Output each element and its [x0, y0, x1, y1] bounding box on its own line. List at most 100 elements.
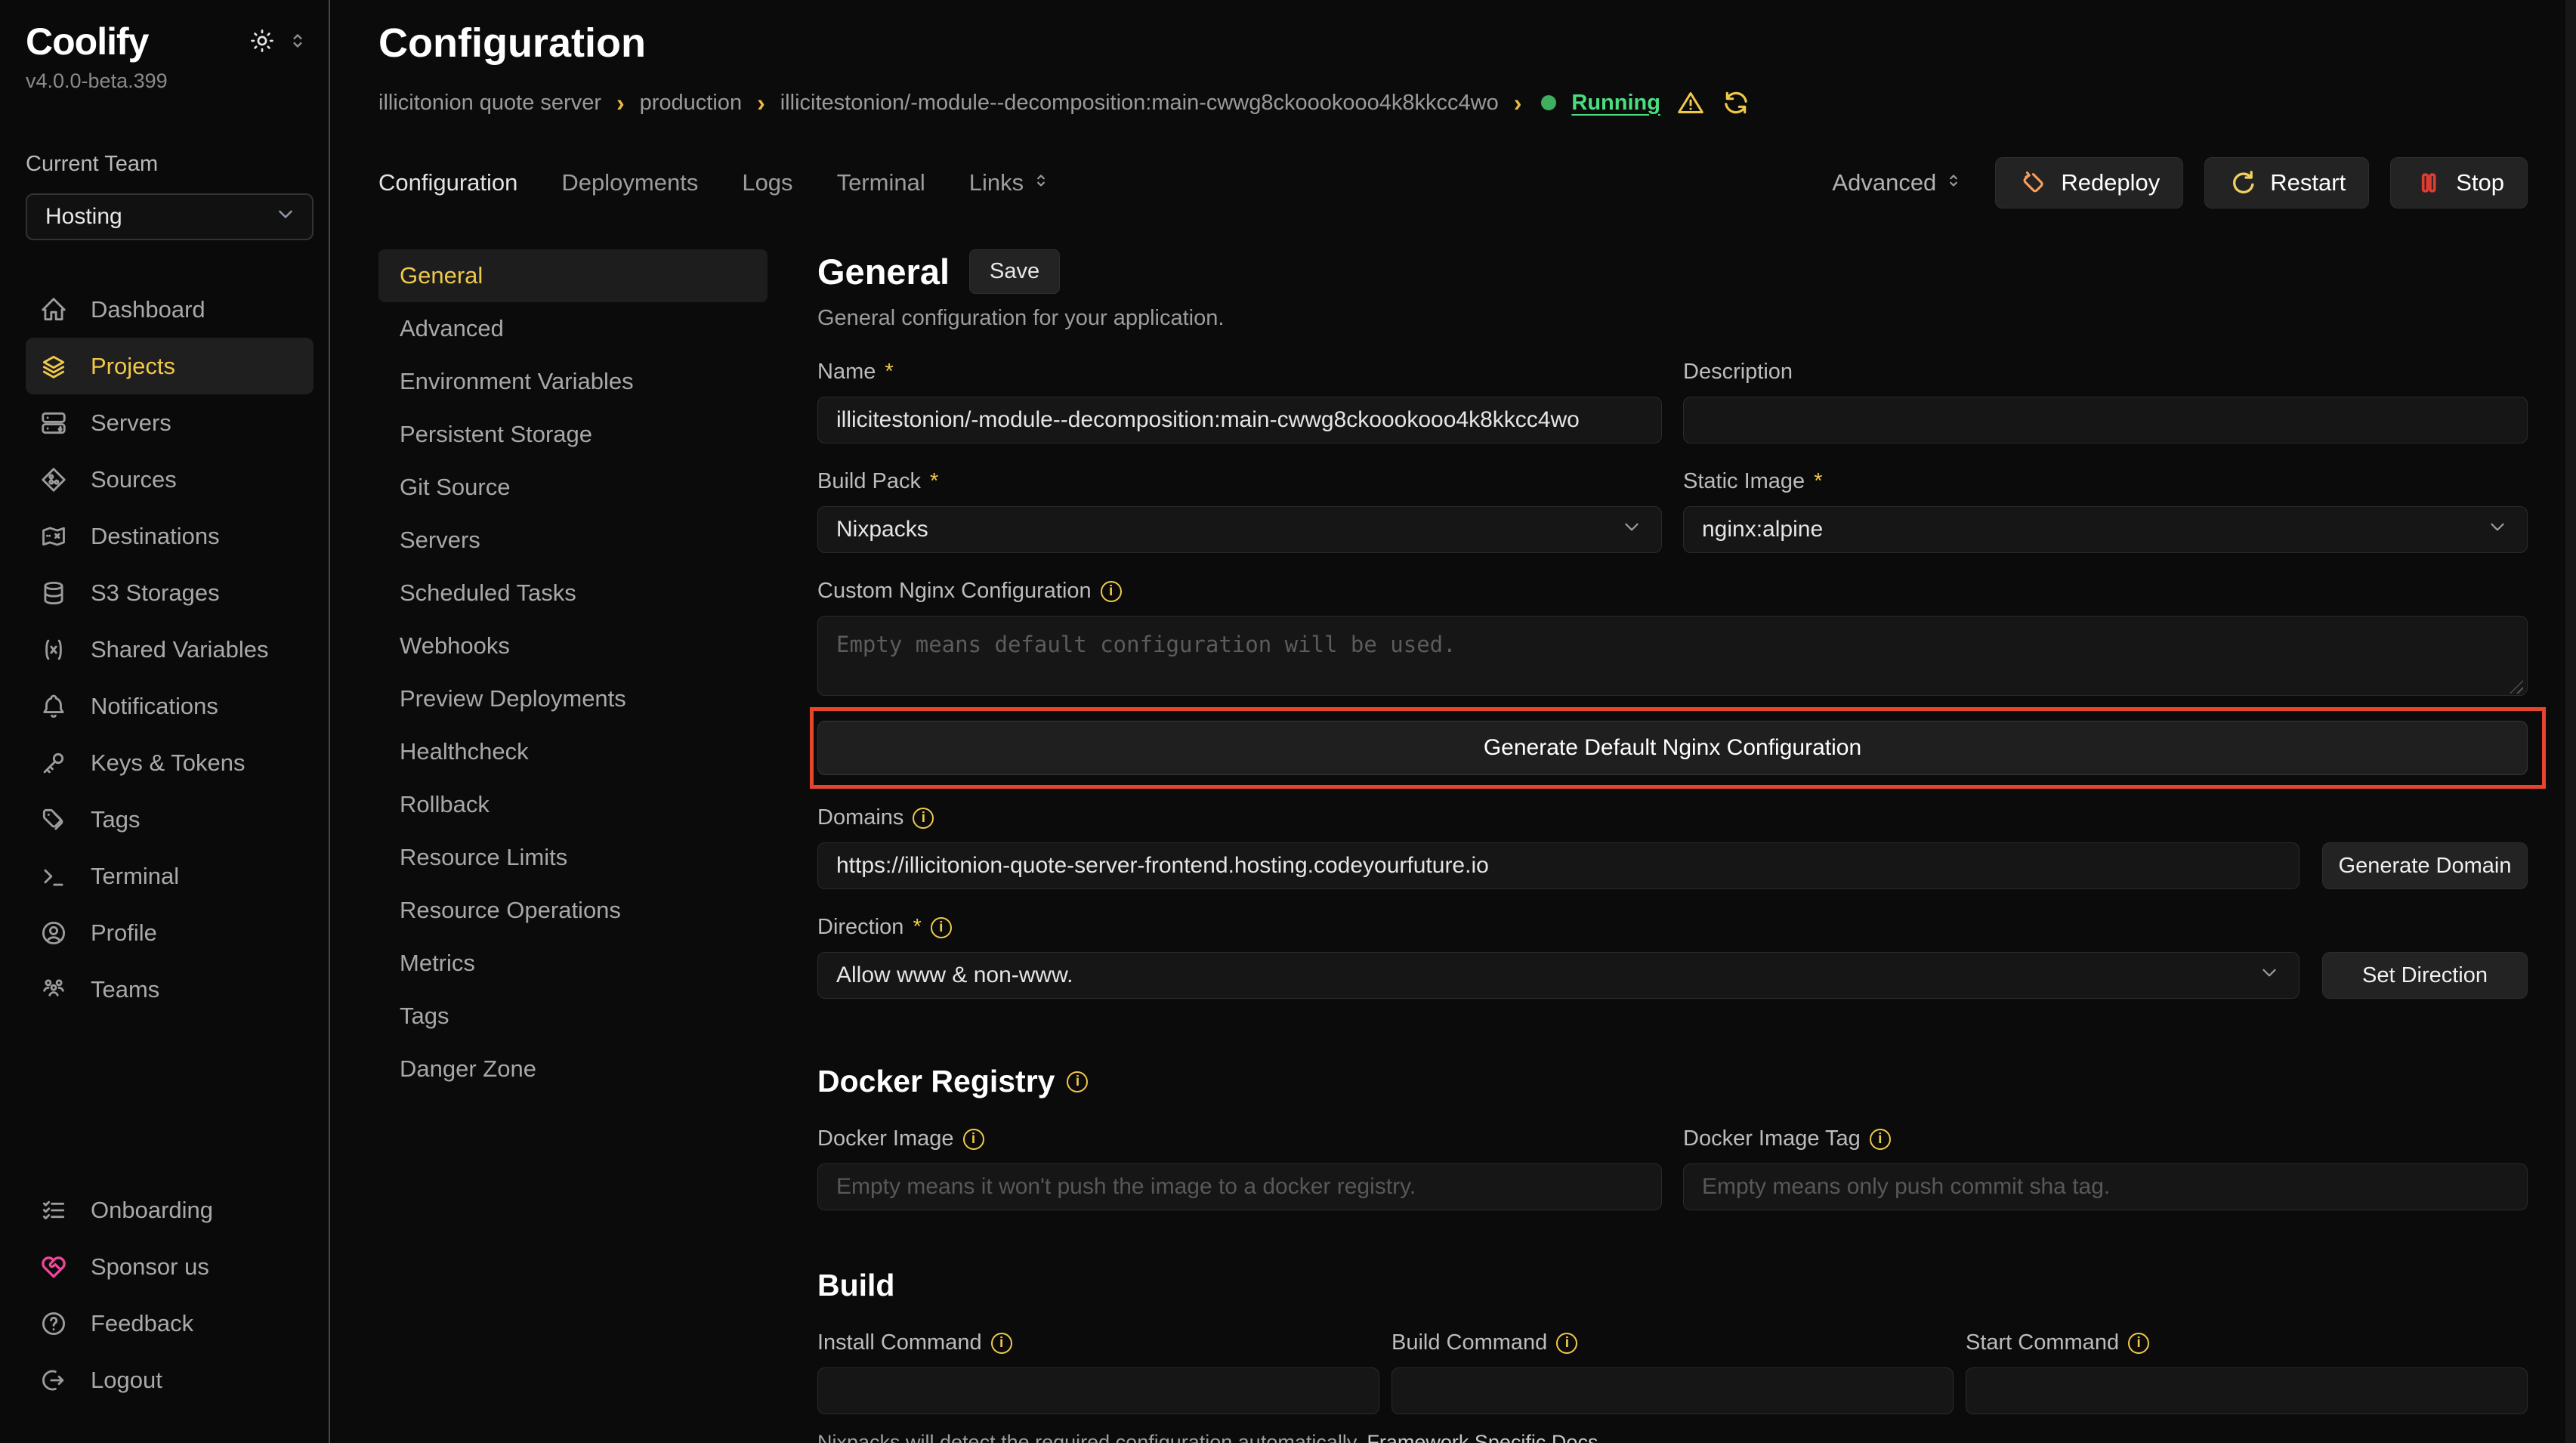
refresh-status-icon[interactable]	[1721, 88, 1751, 118]
submenu-metrics[interactable]: Metrics	[378, 937, 768, 990]
name-input[interactable]	[817, 397, 1662, 443]
info-icon[interactable]	[931, 917, 952, 938]
tab-terminal[interactable]: Terminal	[837, 169, 925, 196]
tabs-toolbar: Configuration Deployments Logs Terminal …	[378, 157, 2528, 209]
generate-nginx-config-button[interactable]: Generate Default Nginx Configuration	[817, 721, 2528, 775]
sidebar-item-tags[interactable]: Tags	[26, 791, 314, 848]
submenu-advanced[interactable]: Advanced	[378, 302, 768, 355]
status-dot	[1541, 95, 1556, 110]
submenu-general[interactable]: General	[378, 249, 768, 302]
redeploy-button[interactable]: Redeploy	[1995, 157, 2183, 209]
main-content: Configuration illicitonion quote server …	[330, 0, 2576, 1443]
build-command-input[interactable]	[1391, 1367, 1954, 1414]
variables-icon	[39, 635, 68, 664]
sidebar-item-profile[interactable]: Profile	[26, 904, 314, 961]
configuration-content: General Advanced Environment Variables P…	[378, 249, 2528, 1443]
info-icon[interactable]	[1067, 1071, 1088, 1092]
theme-selector-chevrons-icon[interactable]	[286, 29, 309, 52]
status-running-link[interactable]: Running	[1571, 91, 1660, 116]
required-asterisk	[930, 469, 938, 494]
breadcrumb-project[interactable]: illicitonion quote server	[378, 91, 601, 116]
info-icon[interactable]	[2128, 1333, 2149, 1354]
sidebar-item-onboarding[interactable]: Onboarding	[26, 1182, 314, 1238]
docker-image-tag-input[interactable]	[1683, 1163, 2528, 1210]
submenu-resource-limits[interactable]: Resource Limits	[378, 831, 768, 884]
breadcrumb-application[interactable]: illicitestonion/-module--decomposition:m…	[780, 91, 1499, 116]
submenu-danger-zone[interactable]: Danger Zone	[378, 1043, 768, 1095]
nginx-config-textarea[interactable]	[817, 616, 2528, 696]
submenu-preview-deployments[interactable]: Preview Deployments	[378, 672, 768, 725]
page-title: Configuration	[378, 20, 2528, 66]
tab-links[interactable]: Links	[969, 169, 1051, 196]
required-asterisk	[1814, 469, 1822, 494]
terminal-icon	[39, 862, 68, 891]
generate-domain-button[interactable]: Generate Domain	[2322, 842, 2528, 889]
section-title: General	[817, 251, 950, 292]
submenu-servers[interactable]: Servers	[378, 514, 768, 567]
sidebar-item-destinations[interactable]: Destinations	[26, 508, 314, 564]
info-icon[interactable]	[913, 808, 934, 829]
sidebar-item-servers[interactable]: Servers	[26, 394, 314, 451]
warning-icon[interactable]	[1676, 88, 1706, 118]
restart-label: Restart	[2270, 169, 2346, 196]
restart-button[interactable]: Restart	[2204, 157, 2369, 209]
checklist-icon	[39, 1196, 68, 1225]
submenu-healthcheck[interactable]: Healthcheck	[378, 725, 768, 778]
sidebar-nav: Dashboard Projects Servers Sources Desti…	[26, 281, 314, 1018]
build-pack-select[interactable]: Nixpacks	[817, 506, 1662, 553]
advanced-dropdown[interactable]: Advanced	[1832, 169, 1963, 196]
sidebar-item-feedback[interactable]: Feedback	[26, 1295, 314, 1352]
static-image-select[interactable]: nginx:alpine	[1683, 506, 2528, 553]
sidebar-item-projects[interactable]: Projects	[26, 338, 314, 394]
info-icon[interactable]	[1101, 581, 1122, 602]
info-icon[interactable]	[1870, 1129, 1891, 1150]
submenu-tags[interactable]: Tags	[378, 990, 768, 1043]
domains-input[interactable]	[817, 842, 2300, 889]
sidebar-item-sponsor-us[interactable]: Sponsor us	[26, 1238, 314, 1295]
start-command-input[interactable]	[1966, 1367, 2528, 1414]
window-scrollbar[interactable]	[2565, 0, 2576, 1443]
theme-sun-icon[interactable]	[249, 27, 276, 54]
sidebar-item-s3-storages[interactable]: S3 Storages	[26, 564, 314, 621]
tab-deployments[interactable]: Deployments	[561, 169, 698, 196]
info-icon[interactable]	[963, 1129, 984, 1150]
chevron-down-icon	[2258, 961, 2281, 990]
description-input[interactable]	[1683, 397, 2528, 443]
submenu-persistent-storage[interactable]: Persistent Storage	[378, 408, 768, 461]
submenu-scheduled-tasks[interactable]: Scheduled Tasks	[378, 567, 768, 620]
set-direction-button[interactable]: Set Direction	[2322, 952, 2528, 999]
tab-logs[interactable]: Logs	[742, 169, 792, 196]
direction-select[interactable]: Allow www & non-www.	[817, 952, 2300, 999]
docker-image-tag-label: Docker Image Tag	[1683, 1126, 2528, 1151]
docker-image-label: Docker Image	[817, 1126, 1662, 1151]
save-button[interactable]: Save	[969, 249, 1060, 294]
info-icon[interactable]	[991, 1333, 1012, 1354]
sidebar-item-label: Teams	[91, 976, 159, 1003]
sidebar-item-notifications[interactable]: Notifications	[26, 678, 314, 734]
tab-configuration[interactable]: Configuration	[378, 169, 517, 196]
submenu-resource-operations[interactable]: Resource Operations	[378, 884, 768, 937]
sidebar-item-sources[interactable]: Sources	[26, 451, 314, 508]
page-header: Configuration illicitonion quote server …	[378, 20, 2528, 118]
build-pack-value: Nixpacks	[836, 517, 928, 542]
team-select[interactable]: Hosting	[26, 193, 314, 240]
sidebar-item-logout[interactable]: Logout	[26, 1352, 314, 1408]
sidebar-item-keys-tokens[interactable]: Keys & Tokens	[26, 734, 314, 791]
stop-button[interactable]: Stop	[2390, 157, 2528, 209]
static-image-value: nginx:alpine	[1702, 517, 1823, 542]
database-icon	[39, 579, 68, 607]
sidebar-item-shared-variables[interactable]: Shared Variables	[26, 621, 314, 678]
docker-image-input[interactable]	[817, 1163, 1662, 1210]
submenu-webhooks[interactable]: Webhooks	[378, 620, 768, 672]
breadcrumb-separator: ›	[1514, 91, 1522, 115]
submenu-rollback[interactable]: Rollback	[378, 778, 768, 831]
install-command-input[interactable]	[817, 1367, 1379, 1414]
sidebar-item-dashboard[interactable]: Dashboard	[26, 281, 314, 338]
sidebar-item-teams[interactable]: Teams	[26, 961, 314, 1018]
framework-docs-link[interactable]: Framework Specific Docs	[1367, 1431, 1598, 1443]
sidebar-item-terminal[interactable]: Terminal	[26, 848, 314, 904]
submenu-environment-variables[interactable]: Environment Variables	[378, 355, 768, 408]
info-icon[interactable]	[1556, 1333, 1577, 1354]
submenu-git-source[interactable]: Git Source	[378, 461, 768, 514]
breadcrumb-environment[interactable]: production	[640, 91, 742, 116]
